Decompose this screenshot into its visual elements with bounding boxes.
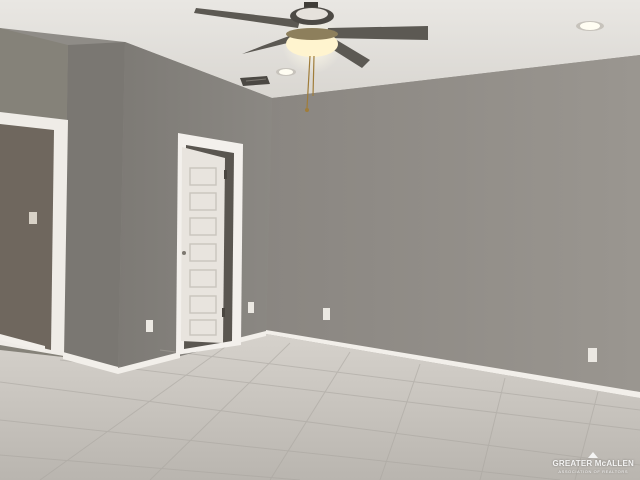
watermark: GREATER McALLEN ASSOCIATION OF REALTORS bbox=[552, 452, 634, 474]
pillar bbox=[63, 42, 125, 372]
house-logo-icon bbox=[588, 452, 599, 458]
door-hinge-bottom bbox=[222, 308, 225, 317]
watermark-title: GREATER McALLEN bbox=[552, 459, 634, 468]
watermark-subtitle: ASSOCIATION OF REALTORS bbox=[558, 469, 629, 474]
left-doorway-opening bbox=[0, 124, 54, 350]
room-photo bbox=[0, 0, 640, 480]
door-knob bbox=[182, 251, 186, 255]
light-switch bbox=[29, 212, 37, 224]
door-hinge-top bbox=[224, 170, 227, 179]
